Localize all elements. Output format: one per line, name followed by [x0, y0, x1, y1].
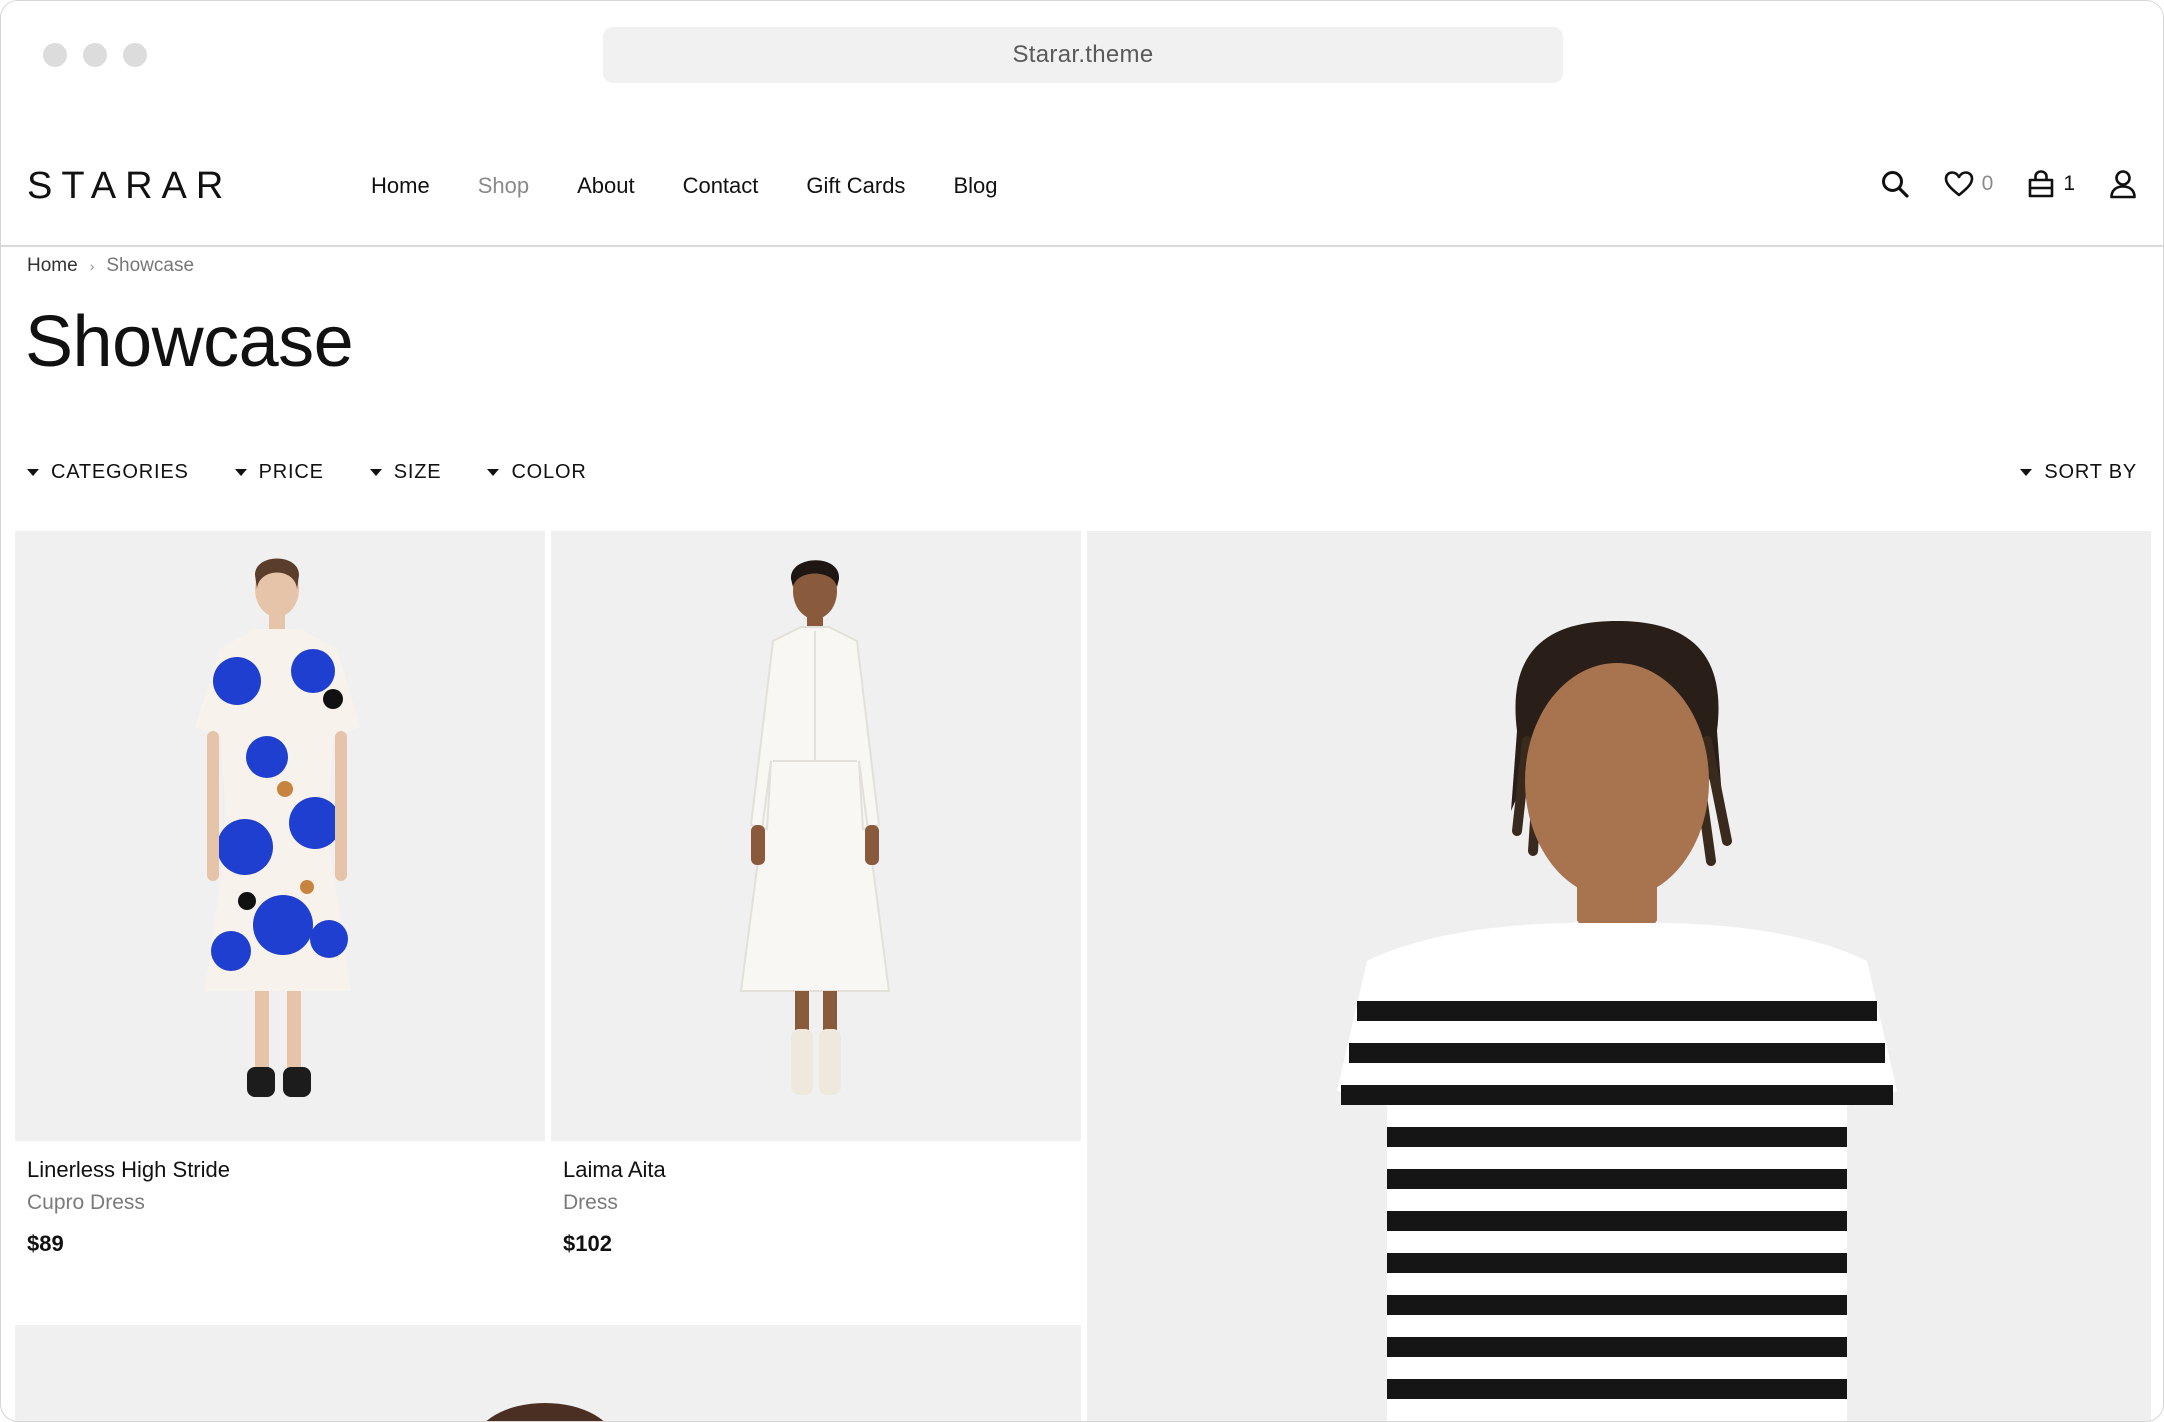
wishlist-count: 0 [1981, 172, 1994, 195]
featured-product-image[interactable] [1087, 531, 2151, 1421]
caret-down-icon [487, 469, 500, 476]
browser-window: Starar.theme STARAR Home Shop About Cont… [0, 0, 2164, 1422]
sort-by-dropdown[interactable]: SORT BY [2020, 461, 2137, 484]
product-image[interactable] [551, 531, 1081, 1141]
account-button[interactable] [2109, 169, 2137, 199]
product-name[interactable]: Laima Aita [563, 1157, 666, 1183]
user-icon [2110, 170, 2136, 199]
nav-shop[interactable]: Shop [478, 173, 529, 199]
nav-home[interactable]: Home [371, 173, 430, 199]
page-title: Showcase [25, 302, 354, 382]
filter-size[interactable]: SIZE [369, 461, 442, 484]
chevron-right-icon: › [89, 258, 95, 274]
product-price: $102 [563, 1231, 612, 1256]
product-type: Dress [563, 1191, 618, 1214]
search-button[interactable] [1880, 169, 1910, 199]
address-bar[interactable]: Starar.theme [603, 27, 1563, 83]
product-type: Cupro Dress [27, 1191, 145, 1214]
browser-titlebar: Starar.theme [1, 1, 2163, 109]
filter-bar: CATEGORIES PRICE SIZE COLOR [27, 461, 633, 484]
product-price: $89 [27, 1231, 64, 1256]
caret-down-icon [27, 469, 39, 476]
caret-down-icon [369, 469, 382, 476]
cart-count: 1 [2063, 172, 2075, 195]
search-icon [1881, 171, 1909, 198]
nav-gift-cards[interactable]: Gift Cards [806, 173, 905, 199]
filter-color[interactable]: COLOR [487, 461, 586, 484]
filter-price[interactable]: PRICE [234, 461, 324, 484]
window-zoom-dot[interactable] [123, 43, 147, 67]
caret-down-icon [234, 469, 247, 476]
bag-icon [2029, 170, 2054, 198]
window-minimize-dot[interactable] [83, 43, 107, 67]
filter-label: CATEGORIES [51, 461, 189, 483]
wishlist-button[interactable]: 0 [1944, 170, 1994, 198]
product-name[interactable]: Linerless High Stride [27, 1157, 230, 1183]
nav-contact[interactable]: Contact [683, 173, 759, 199]
site-header: STARAR Home Shop About Contact Gift Card… [1, 109, 2163, 247]
address-bar-url: Starar.theme [1012, 41, 1154, 68]
breadcrumb-home[interactable]: Home [27, 255, 78, 277]
nav-blog[interactable]: Blog [953, 173, 997, 199]
nav-about[interactable]: About [577, 173, 635, 199]
product-card[interactable] [15, 1325, 1081, 1421]
window-close-dot[interactable] [43, 43, 67, 67]
product-card[interactable]: Linerless High Stride Cupro Dress $89 [15, 531, 545, 1271]
product-card[interactable]: Laima Aita Dress $102 [551, 531, 1081, 1271]
main-nav: Home Shop About Contact Gift Cards Blog [371, 173, 1045, 199]
breadcrumb-current: Showcase [106, 255, 195, 276]
filter-label: COLOR [511, 461, 587, 483]
header-tools: 0 1 [1846, 169, 2137, 199]
breadcrumb: Home › Showcase [27, 255, 194, 277]
product-image[interactable] [15, 531, 545, 1141]
featured-product-card[interactable] [1087, 531, 2151, 1421]
cart-button[interactable]: 1 [2027, 169, 2075, 199]
product-image[interactable] [15, 1325, 1081, 1421]
caret-down-icon [2020, 469, 2033, 476]
site-logo[interactable]: STARAR [27, 165, 232, 208]
filter-categories[interactable]: CATEGORIES [27, 461, 189, 484]
sort-label: SORT BY [2044, 461, 2137, 483]
filter-label: SIZE [393, 461, 442, 483]
filter-label: PRICE [258, 461, 324, 483]
heart-icon [1944, 171, 1973, 197]
